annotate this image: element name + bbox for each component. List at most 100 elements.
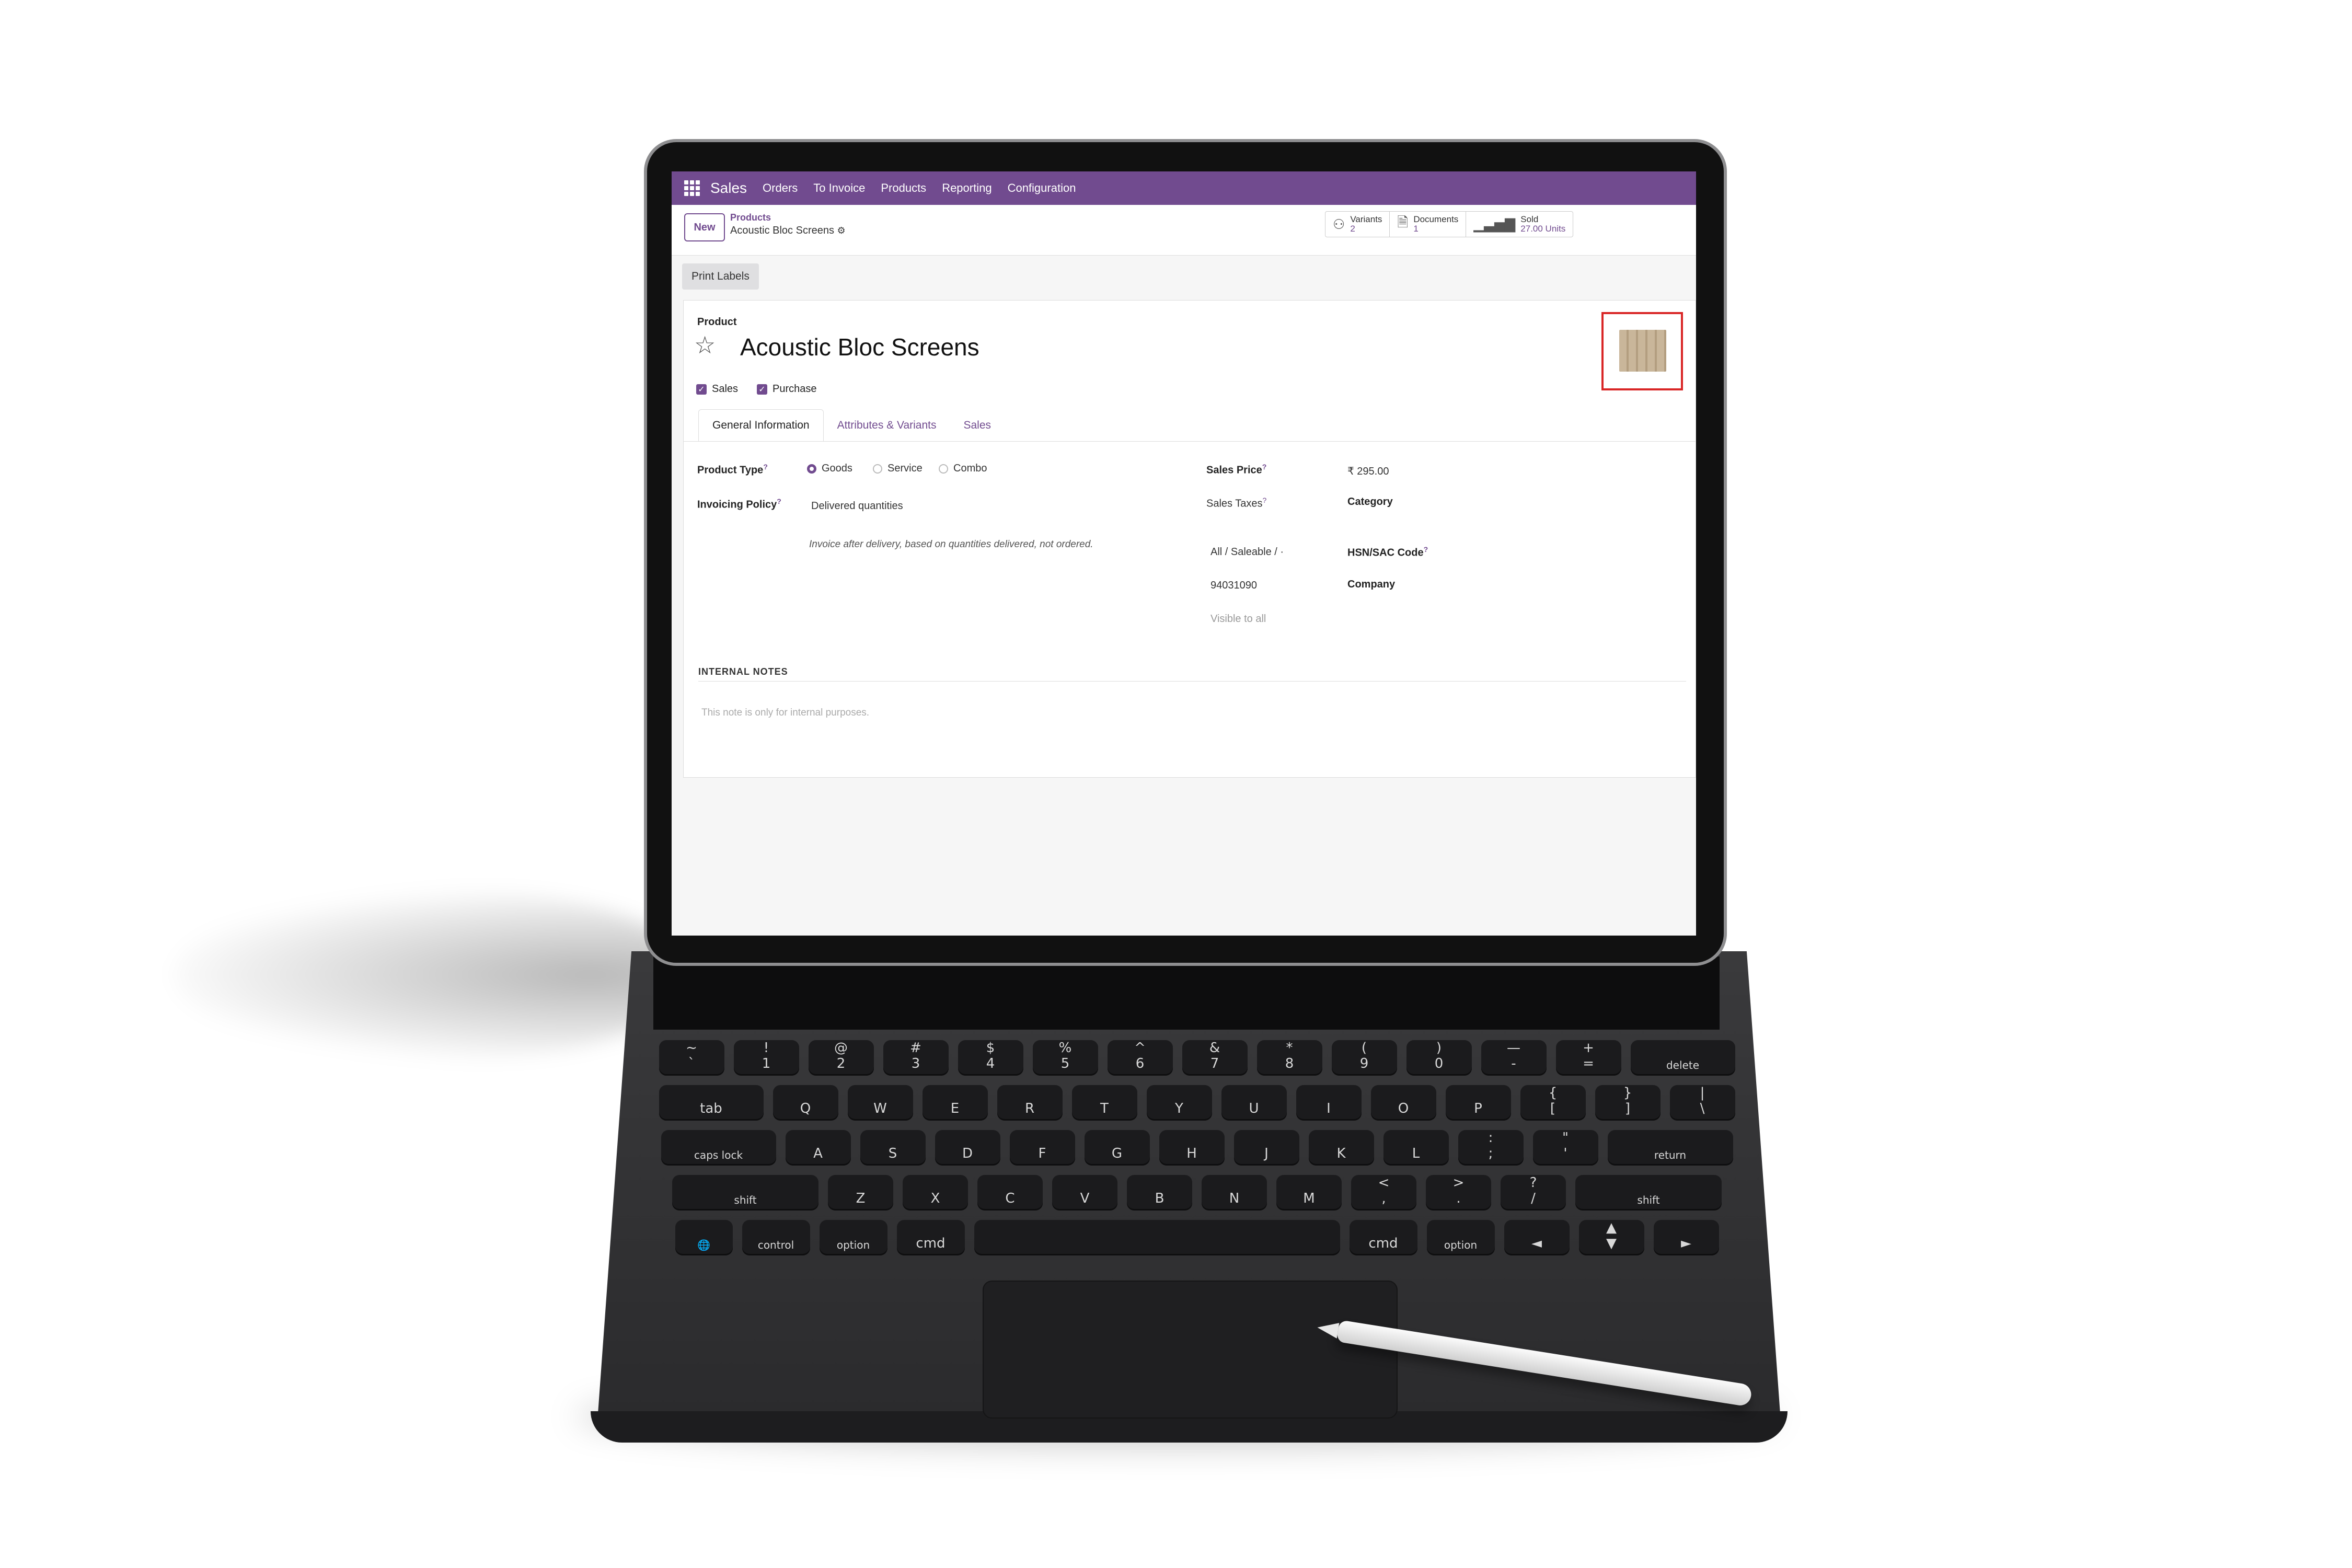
keyboard-key[interactable]: Q	[773, 1085, 838, 1121]
keyboard-key[interactable]: S	[860, 1130, 926, 1166]
keyboard-key[interactable]: Y	[1146, 1085, 1212, 1121]
keyboard-key[interactable]: cmd	[896, 1220, 965, 1255]
keyboard-key[interactable]: E	[922, 1085, 988, 1121]
keyboard-key[interactable]: L	[1383, 1130, 1449, 1166]
keyboard-key[interactable]: cmd	[1349, 1220, 1417, 1255]
keyboard-key[interactable]: * 8	[1256, 1040, 1322, 1076]
keyboard-key[interactable]: > .	[1426, 1175, 1491, 1210]
keyboard-key[interactable]: : ;	[1458, 1130, 1524, 1166]
keyboard-key[interactable]: # 3	[883, 1040, 949, 1076]
print-labels-button[interactable]: Print Labels	[682, 263, 759, 290]
keyboard-key[interactable]: delete	[1630, 1040, 1735, 1076]
app-name[interactable]: Sales	[710, 180, 747, 197]
keyboard-key[interactable]: K	[1308, 1130, 1374, 1166]
keyboard-key[interactable]: shift	[672, 1175, 818, 1210]
keyboard-key[interactable]: Z	[828, 1175, 893, 1210]
keyboard-key[interactable]: N	[1202, 1175, 1267, 1210]
tab-sales[interactable]: Sales	[950, 409, 1005, 442]
keyboard-key[interactable]: ) 0	[1406, 1040, 1472, 1076]
menu-orders[interactable]: Orders	[763, 181, 798, 195]
sold-stat-button[interactable]: ▁▃▅▇ Sold 27.00 Units	[1466, 212, 1573, 237]
keyboard-key[interactable]: M	[1276, 1175, 1342, 1210]
new-button[interactable]: New	[684, 213, 725, 241]
sales-checkbox[interactable]: ✓ Sales	[696, 383, 738, 395]
keyboard-key[interactable]	[974, 1220, 1340, 1255]
tab-attributes-variants[interactable]: Attributes & Variants	[824, 409, 950, 442]
sales-price-field[interactable]: ₹ 295.00	[1347, 465, 1389, 478]
keyboard-key[interactable]: J	[1233, 1130, 1299, 1166]
menu-reporting[interactable]: Reporting	[942, 181, 991, 195]
keyboard-key[interactable]: | \	[1669, 1085, 1735, 1121]
keyboard-key[interactable]: P	[1445, 1085, 1511, 1121]
documents-stat-button[interactable]: 🗎 Documents 1	[1390, 212, 1467, 237]
radio-goods[interactable]: Goods	[807, 463, 852, 475]
keyboard-key[interactable]: { [	[1520, 1085, 1586, 1121]
keyboard-key[interactable]: — -	[1481, 1040, 1547, 1076]
company-field[interactable]: Visible to all	[1210, 613, 1266, 625]
keyboard-key[interactable]: ? /	[1501, 1175, 1566, 1210]
keyboard-key[interactable]: T	[1071, 1085, 1137, 1121]
sales-price-label: Sales Price?	[1206, 463, 1267, 476]
keyboard-key[interactable]: A	[785, 1130, 851, 1166]
keyboard-key[interactable]: X	[903, 1175, 968, 1210]
keyboard-key[interactable]: caps lock	[661, 1130, 776, 1166]
product-image[interactable]	[1601, 312, 1683, 390]
keyboard-key[interactable]: < ,	[1351, 1175, 1416, 1210]
keyboard-key[interactable]: ( 9	[1331, 1040, 1397, 1076]
keyboard-key[interactable]: F	[1009, 1130, 1075, 1166]
keyboard-key[interactable]: D	[935, 1130, 1000, 1166]
keyboard-key[interactable]: shift	[1575, 1175, 1722, 1210]
keyboard-key[interactable]: return	[1607, 1130, 1733, 1166]
keyboard-key[interactable]: & 7	[1182, 1040, 1248, 1076]
keyboard-key[interactable]: I	[1296, 1085, 1362, 1121]
gear-icon[interactable]: ⚙	[837, 225, 846, 236]
invoicing-policy-select[interactable]: Delivered quantities	[811, 500, 903, 512]
keyboard-key[interactable]: B	[1127, 1175, 1192, 1210]
radio-service[interactable]: Service	[873, 463, 923, 475]
apps-menu-icon[interactable]	[684, 180, 700, 196]
keyboard-key[interactable]: % 5	[1032, 1040, 1098, 1076]
hsn-code-field[interactable]: 94031090	[1210, 580, 1257, 592]
keyboard-key[interactable]: ! 1	[733, 1040, 799, 1076]
keyboard-key[interactable]: ^ 6	[1107, 1040, 1173, 1076]
purchase-checkbox[interactable]: ✓ Purchase	[757, 383, 817, 395]
keyboard-key[interactable]: ~ `	[659, 1040, 724, 1076]
breadcrumb-parent[interactable]: Products	[730, 212, 771, 223]
keyboard-key[interactable]: @ 2	[808, 1040, 874, 1076]
keyboard-key[interactable]: " '	[1532, 1130, 1598, 1166]
star-icon[interactable]: ☆	[694, 331, 716, 359]
keyboard-key[interactable]: H	[1159, 1130, 1225, 1166]
menu-products[interactable]: Products	[881, 181, 926, 195]
top-navbar: Sales Orders To Invoice Products Reporti…	[672, 171, 1696, 205]
variants-stat-button[interactable]: ⚇ Variants 2	[1325, 212, 1390, 237]
internal-notes-field[interactable]: This note is only for internal purposes.	[701, 707, 869, 719]
keyboard-key[interactable]: ▲ ▼	[1578, 1220, 1644, 1255]
keyboard-key[interactable]: tab	[659, 1085, 764, 1121]
keyboard-key[interactable]: ►	[1653, 1220, 1719, 1255]
keyboard-key[interactable]: C	[977, 1175, 1043, 1210]
keyboard-key[interactable]: ◄	[1504, 1220, 1570, 1255]
keyboard-key[interactable]: O	[1370, 1085, 1436, 1121]
keyboard-key[interactable]: control	[742, 1220, 810, 1255]
trackpad[interactable]	[983, 1281, 1398, 1419]
radio-combo[interactable]: Combo	[939, 463, 987, 475]
company-label: Company	[1347, 579, 1396, 590]
category-field[interactable]: All / Saleable / ·	[1210, 546, 1284, 558]
keyboard-key[interactable]: 🌐	[675, 1220, 733, 1255]
keyboard-key[interactable]: option	[819, 1220, 887, 1255]
keyboard-key[interactable]: W	[847, 1085, 913, 1121]
keyboard-key[interactable]: G	[1084, 1130, 1150, 1166]
keyboard-key[interactable]: $ 4	[958, 1040, 1023, 1076]
check-icon: ✓	[757, 384, 767, 395]
keyboard-key[interactable]: option	[1426, 1220, 1495, 1255]
stat-label: Sold	[1520, 214, 1539, 224]
menu-configuration[interactable]: Configuration	[1008, 181, 1076, 195]
tab-general-information[interactable]: General Information	[698, 409, 824, 442]
menu-to-invoice[interactable]: To Invoice	[813, 181, 865, 195]
keyboard-key[interactable]: R	[997, 1085, 1063, 1121]
keyboard-key[interactable]: V	[1052, 1175, 1117, 1210]
keyboard-key[interactable]: + =	[1555, 1040, 1621, 1076]
product-name-field[interactable]: Acoustic Bloc Screens	[740, 333, 979, 361]
keyboard-key[interactable]: U	[1221, 1085, 1287, 1121]
keyboard-key[interactable]: } ]	[1595, 1085, 1661, 1121]
